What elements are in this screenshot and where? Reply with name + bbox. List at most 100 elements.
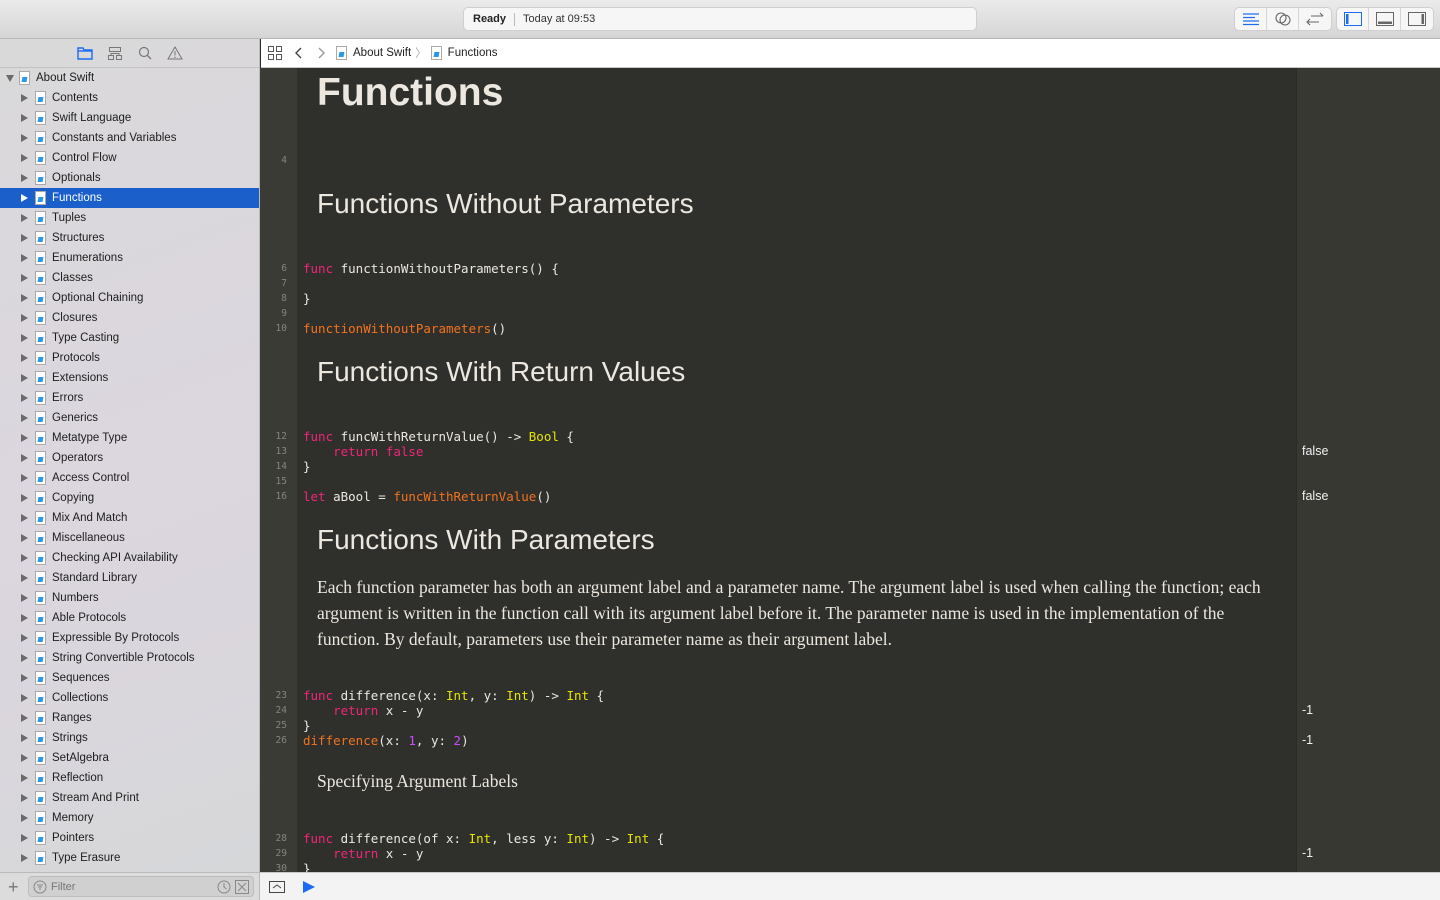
disclosure-triangle-icon[interactable] bbox=[21, 854, 28, 862]
tree-item[interactable]: Control Flow bbox=[0, 148, 259, 168]
recent-files-icon[interactable] bbox=[217, 880, 231, 894]
tree-item[interactable]: Contents bbox=[0, 88, 259, 108]
disclosure-triangle-icon[interactable] bbox=[21, 374, 28, 382]
disclosure-triangle-icon[interactable] bbox=[21, 414, 28, 422]
breadcrumb-item[interactable]: About Swift bbox=[353, 47, 411, 59]
run-icon[interactable] bbox=[302, 880, 316, 894]
tree-item[interactable]: Metatype Type bbox=[0, 428, 259, 448]
code-line[interactable]: } bbox=[303, 291, 311, 306]
disclosure-triangle-icon[interactable] bbox=[21, 394, 28, 402]
playground-editor[interactable]: 4 6 7 8 9 10 12 13 14 15 16 23 24 25 26 28 29 30 Function… bbox=[260, 68, 1440, 872]
disclosure-triangle-icon[interactable] bbox=[21, 154, 28, 162]
show-debug-area-icon[interactable] bbox=[269, 880, 285, 893]
warning-icon[interactable] bbox=[166, 45, 183, 61]
related-items-icon[interactable] bbox=[268, 46, 282, 60]
result-value[interactable]: false bbox=[1302, 444, 1328, 459]
tree-item[interactable]: Generics bbox=[0, 408, 259, 428]
scm-filter-icon[interactable] bbox=[235, 879, 249, 894]
tree-root-item[interactable]: About Swift bbox=[0, 68, 259, 88]
disclosure-triangle-icon[interactable] bbox=[21, 534, 28, 542]
tree-item[interactable]: Optional Chaining bbox=[0, 288, 259, 308]
disclosure-triangle-icon[interactable] bbox=[21, 674, 28, 682]
tree-item[interactable]: Mix And Match bbox=[0, 508, 259, 528]
disclosure-triangle-icon[interactable] bbox=[21, 554, 28, 562]
assistant-editor-button[interactable] bbox=[1267, 8, 1299, 30]
disclosure-triangle-icon[interactable] bbox=[21, 834, 28, 842]
version-editor-button[interactable] bbox=[1299, 8, 1331, 30]
code-line[interactable]: func difference(x: Int, y: Int) -> Int { bbox=[303, 688, 604, 703]
code-line[interactable]: func funcWithReturnValue() -> Bool { bbox=[303, 429, 574, 444]
tree-item[interactable]: Checking API Availability bbox=[0, 548, 259, 568]
search-icon[interactable] bbox=[137, 45, 153, 61]
disclosure-triangle-icon[interactable] bbox=[21, 774, 28, 782]
tree-item[interactable]: Collections bbox=[0, 688, 259, 708]
tree-item[interactable]: SetAlgebra bbox=[0, 748, 259, 768]
tree-item[interactable]: Able Protocols bbox=[0, 608, 259, 628]
disclosure-triangle-icon[interactable] bbox=[21, 574, 28, 582]
disclosure-triangle-icon[interactable] bbox=[21, 454, 28, 462]
filter-input[interactable] bbox=[51, 880, 213, 893]
tree-item[interactable]: Sequences bbox=[0, 668, 259, 688]
disclosure-triangle-icon[interactable] bbox=[21, 794, 28, 802]
tree-item[interactable]: Closures bbox=[0, 308, 259, 328]
disclosure-triangle-icon[interactable] bbox=[21, 634, 28, 642]
disclosure-triangle-icon[interactable] bbox=[21, 174, 28, 182]
disclosure-triangle-icon[interactable] bbox=[21, 274, 28, 282]
disclosure-triangle-icon[interactable] bbox=[21, 694, 28, 702]
tree-item[interactable]: Stream And Print bbox=[0, 788, 259, 808]
disclosure-triangle-icon[interactable] bbox=[21, 314, 28, 322]
tree-item[interactable]: Ranges bbox=[0, 708, 259, 728]
folder-icon[interactable] bbox=[76, 45, 93, 61]
toggle-navigator-button[interactable] bbox=[1337, 8, 1369, 30]
code-line[interactable]: return x - y bbox=[303, 846, 423, 861]
disclosure-triangle-icon[interactable] bbox=[21, 814, 28, 822]
tree-item[interactable]: Type Casting bbox=[0, 328, 259, 348]
result-value[interactable]: -1 bbox=[1302, 703, 1313, 718]
result-value[interactable]: -1 bbox=[1302, 733, 1313, 748]
code-line[interactable]: return x - y bbox=[303, 703, 423, 718]
disclosure-triangle-icon[interactable] bbox=[21, 614, 28, 622]
disclosure-triangle-icon[interactable] bbox=[21, 114, 28, 122]
result-value[interactable]: -1 bbox=[1302, 846, 1313, 861]
tree-item[interactable]: String Convertible Protocols bbox=[0, 648, 259, 668]
tree-item[interactable]: Enumerations bbox=[0, 248, 259, 268]
code-line[interactable]: } bbox=[303, 861, 311, 872]
disclosure-triangle-icon[interactable] bbox=[21, 254, 28, 262]
disclosure-triangle-icon[interactable] bbox=[21, 494, 28, 502]
toggle-debug-area-button[interactable] bbox=[1369, 8, 1401, 30]
code-line[interactable]: } bbox=[303, 718, 311, 733]
tree-item[interactable]: Type Erasure bbox=[0, 848, 259, 868]
tree-item[interactable]: Copying bbox=[0, 488, 259, 508]
forward-icon[interactable] bbox=[316, 46, 326, 60]
add-icon[interactable]: + bbox=[8, 877, 19, 898]
tree-item[interactable]: Errors bbox=[0, 388, 259, 408]
tree-item[interactable]: Protocols bbox=[0, 348, 259, 368]
disclosure-triangle-icon[interactable] bbox=[21, 514, 28, 522]
code-line[interactable]: func difference(of x: Int, less y: Int) … bbox=[303, 831, 664, 846]
tree-item[interactable]: Classes bbox=[0, 268, 259, 288]
tree-item[interactable]: Operators bbox=[0, 448, 259, 468]
disclosure-triangle-icon[interactable] bbox=[21, 194, 28, 202]
tree-item[interactable]: Strings bbox=[0, 728, 259, 748]
code-line[interactable]: functionWithoutParameters() bbox=[303, 321, 506, 336]
hierarchy-icon[interactable] bbox=[107, 45, 123, 61]
tree-item[interactable]: Reflection bbox=[0, 768, 259, 788]
disclosure-triangle-icon[interactable] bbox=[21, 234, 28, 242]
tree-item[interactable]: Memory bbox=[0, 808, 259, 828]
disclosure-triangle-icon[interactable] bbox=[21, 334, 28, 342]
code-line[interactable]: func functionWithoutParameters() { bbox=[303, 261, 559, 276]
tree-item[interactable]: Pointers bbox=[0, 828, 259, 848]
disclosure-triangle-icon[interactable] bbox=[21, 354, 28, 362]
disclosure-triangle-icon[interactable] bbox=[6, 74, 14, 82]
disclosure-triangle-icon[interactable] bbox=[21, 434, 28, 442]
tree-item[interactable]: Optionals bbox=[0, 168, 259, 188]
code-line[interactable]: difference(x: 1, y: 2) bbox=[303, 733, 469, 748]
code-line[interactable]: let aBool = funcWithReturnValue() bbox=[303, 489, 551, 504]
tree-item[interactable]: Functions bbox=[0, 188, 259, 208]
disclosure-triangle-icon[interactable] bbox=[21, 594, 28, 602]
tree-item[interactable]: Swift Language bbox=[0, 108, 259, 128]
tree-item[interactable]: Tuples bbox=[0, 208, 259, 228]
disclosure-triangle-icon[interactable] bbox=[21, 474, 28, 482]
code-line[interactable]: return false bbox=[303, 444, 423, 459]
tree-item[interactable]: Constants and Variables bbox=[0, 128, 259, 148]
